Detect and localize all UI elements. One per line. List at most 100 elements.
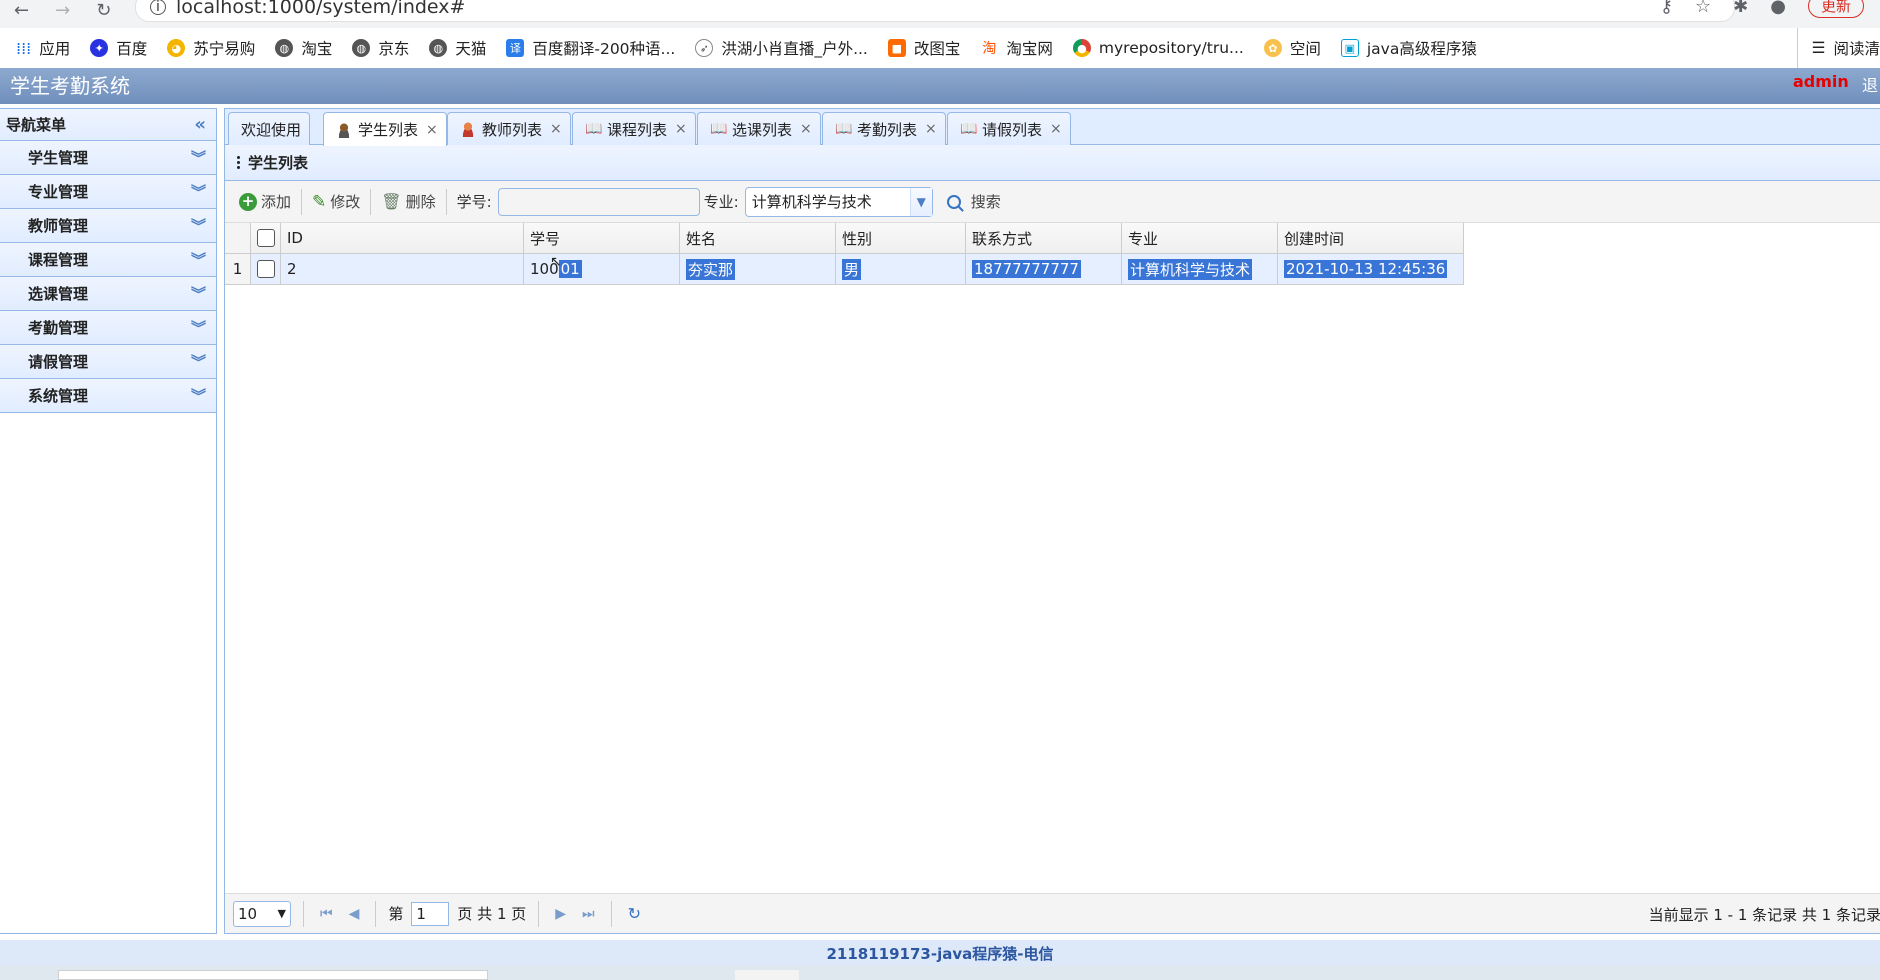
bookmark-baidu-translate[interactable]: 译百度翻译-200种语...	[506, 37, 675, 59]
back-arrow-icon[interactable]: ←	[14, 0, 29, 21]
delete-button[interactable]: 🗑 删除	[375, 187, 441, 217]
close-icon[interactable]: ×	[675, 121, 687, 137]
bookmarks-bar: ⁞⁞⁞ 应用 ✦ 百度 ◕ 苏宁易购 ◍ 淘宝 ◍ 京东 ◍ 天猫 译百度翻译-200种语.…	[0, 28, 1880, 68]
major-select-value: 计算机科学与技术	[751, 193, 872, 211]
bookmark-live[interactable]: ➶ 洪湖小肖直播_户外...	[695, 37, 868, 59]
tab-leave-list[interactable]: 📖 请假列表 ×	[947, 112, 1071, 145]
update-button[interactable]: 更新	[1807, 0, 1864, 18]
collapse-double-left-icon[interactable]: «	[194, 114, 206, 135]
tab-welcome[interactable]: 欢迎使用	[228, 112, 311, 145]
bookmark-apps[interactable]: ⁞⁞⁞ 应用	[16, 37, 70, 59]
sidebar-item-teacher[interactable]: 教师管理 ︾	[0, 209, 216, 243]
bookmark-taobao-net[interactable]: 淘淘宝网	[980, 37, 1053, 59]
chevron-double-down-icon: ︾	[190, 387, 206, 405]
square-logo-icon: ■	[887, 39, 906, 57]
close-icon[interactable]: ×	[550, 121, 562, 137]
info-icon[interactable]: i	[150, 0, 166, 15]
bookmark-gaitubao[interactable]: ■ 改图宝	[887, 37, 960, 59]
cell-gender: 男	[836, 254, 966, 285]
key-icon[interactable]: ⚷	[1660, 0, 1673, 17]
sidebar-item-major[interactable]: 专业管理 ︾	[0, 175, 216, 209]
reload-icon[interactable]: ↻	[96, 0, 111, 21]
pager-divider	[538, 900, 540, 927]
sidebar-item-leave[interactable]: 请假管理 ︾	[0, 345, 216, 379]
col-header-created[interactable]: 创建时间	[1278, 223, 1464, 254]
page-size-select[interactable]: 10 ▼	[233, 900, 291, 927]
sidebar-item-course[interactable]: 课程管理 ︾	[0, 243, 216, 277]
sidebar-title: 导航菜单	[6, 116, 67, 134]
tab-student-list[interactable]: 学生列表 ×	[323, 112, 447, 146]
close-icon[interactable]: ×	[1050, 121, 1062, 137]
bookmark-space[interactable]: ✿ 空间	[1263, 37, 1321, 59]
panel-title: 学生列表	[248, 154, 309, 172]
table-row[interactable]: 1 2 100 01 ↖ 夯实那 男 18777777777 计算机科学与技术 2…	[225, 254, 1464, 285]
rownum-header	[225, 223, 251, 254]
tabs-bar: 欢迎使用 学生列表 × 教师列表 × 📖 课程列表 × 📖 选课列表 × 📖 考…	[225, 109, 1880, 146]
tab-selection-list[interactable]: 📖 选课列表 ×	[697, 112, 821, 145]
close-icon[interactable]: ×	[800, 121, 812, 137]
logout-link[interactable]: 退	[1862, 72, 1878, 96]
sno-input[interactable]	[497, 187, 700, 216]
taskbar-item[interactable]	[735, 970, 799, 980]
address-bar[interactable]: i localhost:1000/system/index#	[135, 0, 1735, 22]
refresh-icon[interactable]: ↻	[624, 904, 645, 923]
star-icon[interactable]: ☆	[1695, 0, 1711, 17]
browser-toolbar: ← → ↻ i localhost:1000/system/index# ⚷ ☆…	[0, 0, 1880, 28]
book-icon: 📖	[710, 121, 728, 137]
col-header-gender[interactable]: 性别	[836, 223, 966, 254]
prev-page-icon[interactable]: ◀	[345, 906, 364, 922]
tab-teacher-list[interactable]: 教师列表 ×	[447, 112, 571, 145]
bookmark-taobao[interactable]: ◍ 淘宝	[275, 37, 332, 59]
sidebar-item-selection[interactable]: 选课管理 ︾	[0, 277, 216, 311]
add-button[interactable]: + 添加	[233, 187, 297, 217]
major-select[interactable]: 计算机科学与技术 ▼	[744, 186, 933, 217]
chevron-double-down-icon: ︾	[190, 251, 206, 269]
row-checkbox[interactable]	[256, 260, 275, 278]
tab-attendance-list[interactable]: 📖 考勤列表 ×	[822, 112, 946, 145]
sidebar-item-student[interactable]: 学生管理 ︾	[0, 141, 216, 175]
taskbar-window[interactable]	[58, 970, 488, 980]
sidebar-item-system[interactable]: 系统管理 ︾	[0, 379, 216, 413]
vertical-dots-icon	[237, 156, 240, 169]
col-header-sno[interactable]: 学号	[524, 223, 680, 254]
bookmark-tmall[interactable]: ◍ 天猫	[429, 37, 486, 59]
forward-arrow-icon[interactable]: →	[55, 0, 70, 21]
tab-course-list[interactable]: 📖 课程列表 ×	[572, 112, 696, 145]
col-header-major[interactable]: 专业	[1122, 223, 1278, 254]
next-page-icon[interactable]: ▶	[551, 906, 570, 922]
last-page-icon[interactable]: ⏭	[578, 906, 599, 922]
edit-button[interactable]: ✎ 修改	[306, 187, 366, 217]
panel-title-bar: 学生列表	[225, 145, 1880, 181]
reading-list-icon: ☰	[1811, 39, 1826, 57]
main-panel: 欢迎使用 学生列表 × 教师列表 × 📖 课程列表 × 📖 选课列表 × 📖 考…	[224, 108, 1880, 934]
select-all-checkbox[interactable]	[256, 229, 275, 247]
apps-grid-icon: ⁞⁞⁞	[16, 38, 32, 58]
cell-name: 夯实那	[680, 254, 836, 285]
col-header-phone[interactable]: 联系方式	[966, 223, 1122, 254]
pager: 10 ▼ ⏮ ◀ 第 1 页 共 1 页 ▶ ⏭ ↻ 当前显示 1 - 1 条记…	[225, 893, 1880, 933]
extension-icon[interactable]: ✱	[1733, 0, 1748, 17]
chevron-double-down-icon: ︾	[190, 353, 206, 371]
bookmark-jd[interactable]: ◍ 京东	[352, 37, 409, 59]
close-icon[interactable]: ×	[925, 121, 937, 137]
chevron-down-icon[interactable]: ▼	[909, 187, 932, 216]
reading-list[interactable]: ☰ 阅读清	[1796, 28, 1880, 68]
col-header-id[interactable]: ID	[281, 223, 524, 254]
bookmark-repository[interactable]: ● myrepository/tru...	[1072, 39, 1244, 57]
first-page-icon[interactable]: ⏮	[316, 906, 337, 922]
sidebar-item-attendance[interactable]: 考勤管理 ︾	[0, 311, 216, 345]
search-button[interactable]: 搜索	[941, 187, 1007, 217]
close-icon[interactable]: ×	[426, 122, 438, 138]
bookmark-suning[interactable]: ◕ 苏宁易购	[167, 37, 255, 59]
toolbar-divider	[445, 188, 447, 215]
major-label: 专业:	[703, 193, 739, 211]
toolbar-divider	[301, 188, 303, 215]
cell-sno-selected: 01	[558, 260, 582, 278]
col-header-name[interactable]: 姓名	[680, 223, 836, 254]
bookmark-java[interactable]: ▣ java高级程序猿	[1340, 37, 1477, 59]
lion-icon: ◕	[167, 39, 186, 57]
profile-icon[interactable]: ●	[1770, 0, 1786, 17]
page-prefix: 第	[388, 905, 404, 923]
bookmark-baidu[interactable]: ✦ 百度	[90, 37, 147, 59]
page-number-input[interactable]: 1	[411, 901, 450, 926]
